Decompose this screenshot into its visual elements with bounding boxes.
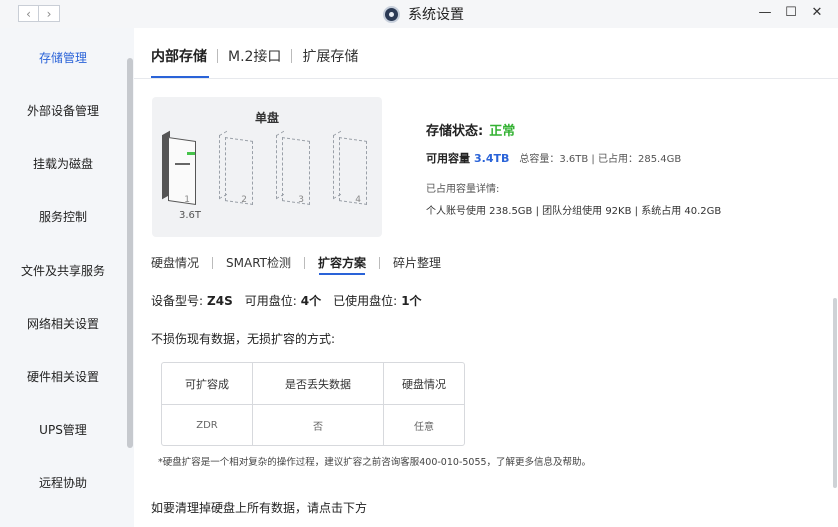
sidebar-scrollbar[interactable] — [127, 58, 133, 448]
disk-face — [339, 137, 367, 205]
slot-number: 1 — [184, 195, 190, 205]
used-slots-label: 已使用盘位: — [333, 294, 398, 308]
usage-summary: 总容量：3.6TB | 已占用：285.4GB — [519, 154, 682, 165]
storage-tabs: 内部存储 M.2接口 扩展存储 — [151, 46, 358, 66]
disk-led-icon — [187, 152, 195, 155]
active-subtab-indicator — [319, 273, 365, 275]
table-cell: 否 — [253, 405, 384, 445]
disk-subtabs: 硬盘情况 SMART检测 扩容方案 碎片整理 — [151, 254, 441, 271]
sidebar-item-service-control[interactable]: 服务控制 — [0, 208, 126, 225]
window-controls: — ☐ ✕ — [758, 5, 824, 20]
subtab-defrag[interactable]: 碎片整理 — [393, 254, 441, 271]
available-slots-value: 4个 — [300, 294, 322, 308]
status-label: 存储状态: — [426, 124, 484, 139]
subtab-disk-status[interactable]: 硬盘情况 — [151, 254, 199, 271]
sidebar-item-network[interactable]: 网络相关设置 — [0, 315, 126, 332]
sidebar: 存储管理 外部设备管理 挂载为磁盘 服务控制 文件及共享服务 网络相关设置 硬件… — [0, 28, 134, 527]
lossless-method-heading: 不损伤现有数据，无损扩容的方式: — [151, 332, 336, 346]
available-value: 3.4TB — [474, 152, 510, 165]
back-button[interactable]: ‹ — [18, 5, 39, 22]
disk-face — [225, 137, 253, 205]
storage-status: 存储状态: 正常 可用容量 3.4TB 总容量：3.6TB | 已占用：285.4GB… — [426, 120, 721, 217]
title-bar: ‹ › 系统设置 — ☐ ✕ — [0, 0, 838, 28]
model-value: Z4S — [207, 294, 233, 308]
minimize-button[interactable]: — — [758, 5, 772, 20]
device-info: 设备型号: Z4S 可用盘位: 4个 已使用盘位: 1个 — [151, 292, 434, 309]
expansion-note: *硬盘扩容是一个相对复杂的操作过程，建议扩容之前咨询客服400-010-5055… — [158, 457, 592, 468]
close-button[interactable]: ✕ — [810, 5, 824, 20]
usage-detail-title: 已占用容量详情: — [426, 184, 500, 195]
tabs-divider — [134, 78, 838, 79]
table-row: ZDR 否 任意 — [162, 405, 464, 445]
maximize-button[interactable]: ☐ — [784, 5, 798, 20]
clear-disk-instruction: 如要清理掉硬盘上所有数据，请点击下方 — [151, 501, 368, 515]
window-title-text: 系统设置 — [408, 7, 464, 23]
sidebar-item-mount-disk[interactable]: 挂载为磁盘 — [0, 155, 126, 172]
used-slots-value: 1个 — [401, 294, 422, 308]
disk-overview-card: 单盘 1 2 3 4 3.6T — [152, 97, 382, 237]
tab-internal-storage[interactable]: 内部存储 — [151, 46, 207, 66]
subtab-divider — [212, 256, 214, 269]
disk-slot-3[interactable]: 3 — [276, 130, 310, 205]
chevron-right-icon: › — [46, 6, 52, 21]
tab-divider — [217, 49, 218, 63]
column-header: 可扩容成 — [162, 363, 253, 405]
tab-expansion-storage[interactable]: 扩展存储 — [302, 46, 358, 66]
sidebar-item-file-sharing[interactable]: 文件及共享服务 — [0, 262, 126, 279]
available-label: 可用容量 — [426, 152, 470, 165]
disk-face — [282, 137, 310, 205]
disk-capacity: 3.6T — [179, 210, 202, 221]
tab-m2[interactable]: M.2接口 — [228, 46, 281, 66]
disk-slot-4[interactable]: 4 — [333, 130, 367, 205]
subtab-divider — [379, 256, 381, 269]
column-header: 是否丢失数据 — [253, 363, 384, 405]
sidebar-item-remote-assist[interactable]: 远程协助 — [0, 474, 126, 491]
status-line: 存储状态: 正常 — [426, 120, 721, 139]
slot-number: 3 — [298, 195, 304, 205]
capacity-line: 可用容量 3.4TB 总容量：3.6TB | 已占用：285.4GB — [426, 150, 721, 166]
available-slots-label: 可用盘位: — [244, 294, 297, 308]
main-scrollbar[interactable] — [833, 298, 837, 488]
subtab-expansion-plan[interactable]: 扩容方案 — [318, 254, 366, 271]
forward-button[interactable]: › — [39, 5, 60, 22]
sidebar-item-hardware[interactable]: 硬件相关设置 — [0, 368, 126, 385]
disk-mode-title: 单盘 — [254, 111, 279, 125]
expansion-table: 可扩容成 是否丢失数据 硬盘情况 ZDR 否 任意 — [161, 362, 465, 446]
window-title: 系统设置 — [383, 4, 464, 24]
history-nav: ‹ › — [18, 5, 60, 22]
subtab-divider — [304, 256, 305, 269]
disk-slot-1[interactable]: 1 — [162, 130, 196, 205]
disk-slot-2[interactable]: 2 — [219, 130, 253, 205]
disk-face — [168, 137, 196, 205]
subtab-smart[interactable]: SMART检测 — [226, 254, 291, 271]
disk-handle-icon — [175, 163, 190, 165]
table-header-row: 可扩容成 是否丢失数据 硬盘情况 — [162, 363, 464, 405]
model-label: 设备型号: — [151, 294, 204, 308]
table-cell: 任意 — [414, 421, 434, 433]
main-panel: 内部存储 M.2接口 扩展存储 单盘 1 2 3 4 3.6T 存储状态: 正常… — [134, 28, 838, 527]
slot-number: 2 — [241, 195, 247, 205]
slot-number: 4 — [355, 195, 361, 205]
sidebar-item-storage[interactable]: 存储管理 — [0, 49, 126, 66]
status-badge: 正常 — [489, 124, 516, 139]
sidebar-item-ups[interactable]: UPS管理 — [0, 421, 126, 438]
column-header: 硬盘情况 — [384, 363, 464, 405]
table-cell: ZDR — [162, 405, 253, 445]
tab-divider — [291, 49, 293, 63]
chevron-left-icon: ‹ — [26, 6, 31, 21]
usage-detail: 个人账号使用 238.5GB | 团队分组使用 92KB | 系统占用 40.2… — [426, 206, 722, 217]
app-icon — [383, 5, 400, 23]
sidebar-item-external-devices[interactable]: 外部设备管理 — [0, 102, 126, 119]
